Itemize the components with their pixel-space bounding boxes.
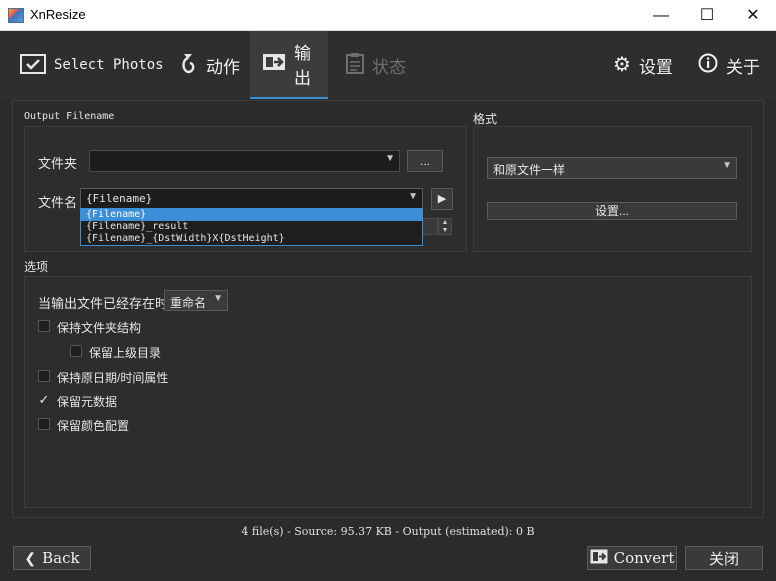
checkbox-label: 保持原日期/时间属性 [57,371,169,385]
chevron-down-icon: ▼ [722,160,732,171]
insert-token-button[interactable]: ▶ [431,188,453,210]
tab-output[interactable]: 输出 [250,31,328,99]
maximize-button[interactable]: ☐ [684,0,730,31]
dropdown-option[interactable]: {Filename}_result [81,221,422,233]
action-icon [178,52,198,78]
folder-label: 文件夹 [38,156,78,171]
title-bar: XnResize — ☐ ✕ [0,0,776,31]
dropdown-option[interactable]: {Filename}_{DstWidth}X{DstHeight} [81,233,422,245]
checkmark-icon: ✓ [38,392,50,407]
back-button[interactable]: ❮ Back [13,546,91,570]
output-icon [262,53,286,75]
checkbox-label: 保留上级目录 [89,346,162,360]
exists-combo[interactable]: 重命名 ▼ [164,290,228,311]
status-icon [346,52,364,78]
chevron-left-icon: ❮ [24,549,37,566]
filename-dropdown-list: {Filename} {Filename}_result {Filename}_… [80,208,423,246]
tab-label: 状态 [372,57,406,77]
spin-up-icon: ▲ [441,219,449,226]
format-combo[interactable]: 和原文件一样 ▼ [487,157,737,179]
spin-field[interactable] [422,218,438,235]
tab-label: 动作 [206,57,240,77]
chevron-down-icon: ▼ [213,293,223,304]
format-value: 和原文件一样 [493,163,566,177]
browse-folder-button[interactable]: ... [407,150,443,172]
gear-icon: ⚙ [613,54,631,76]
folder-combo[interactable]: ▼ [89,150,400,172]
filename-combo[interactable]: {Filename} ▼ [80,188,423,210]
status-text: 4 file(s) - Source: 95.37 KB - Output (e… [241,525,535,538]
keep-datetime-checkbox[interactable] [38,370,50,382]
convert-button[interactable]: Convert [587,546,677,570]
keep-color-profile-checkbox[interactable] [38,418,50,430]
tab-label: 输出 [294,44,311,88]
info-icon [698,53,718,77]
keep-folder-structure-checkbox[interactable] [38,320,50,332]
output-filename-title: Output Filename [24,111,115,122]
keep-parent-dir-checkbox[interactable] [70,345,82,357]
window-title: XnResize [30,7,86,22]
spin-down-icon: ▼ [441,227,449,234]
close-button[interactable]: 关闭 [685,546,763,570]
toolbar: Select Photos 动作 输出 状态 ⚙ 设置 关于 [0,31,776,99]
chevron-down-icon: ▼ [385,153,395,164]
format-title: 格式 [473,112,498,126]
back-label: Back [42,549,80,567]
exists-value: 重命名 [170,296,207,310]
tab-action[interactable]: 动作 [166,31,252,99]
checkbox-label: 保持文件夹结构 [57,321,142,335]
tab-label: 关于 [726,57,760,77]
checkbox-label: 保留颜色配置 [57,419,130,433]
convert-icon [590,549,608,568]
format-settings-button[interactable]: 设置... [487,202,737,220]
close-window-button[interactable]: ✕ [730,0,776,31]
minimize-button[interactable]: — [638,0,684,31]
filename-label: 文件名 [38,195,78,210]
select-photos-icon [20,53,46,77]
checkbox-label: 保留元数据 [57,395,118,409]
tab-label: 设置 [638,57,673,77]
dropdown-option[interactable]: {Filename} [81,209,422,221]
tab-status[interactable]: 状态 [334,31,418,99]
tab-about[interactable]: 关于 [686,31,772,99]
convert-label: Convert [613,549,675,567]
tab-settings[interactable]: ⚙ 设置 [601,31,685,99]
chevron-down-icon: ▼ [408,191,418,202]
spin-arrows[interactable]: ▲ ▼ [438,218,452,235]
format-panel [473,126,752,252]
tab-label: Select Photos [54,57,164,73]
play-arrow-icon: ▶ [437,193,447,205]
app-icon [8,8,24,23]
options-title: 选项 [24,260,49,274]
close-label: 关闭 [708,550,739,568]
exists-label: 当输出文件已经存在时 [38,296,169,311]
tab-select-photos[interactable]: Select Photos [8,31,176,99]
filename-value: {Filename} [86,192,153,205]
keep-metadata-checkbox[interactable]: ✓ [38,392,50,407]
